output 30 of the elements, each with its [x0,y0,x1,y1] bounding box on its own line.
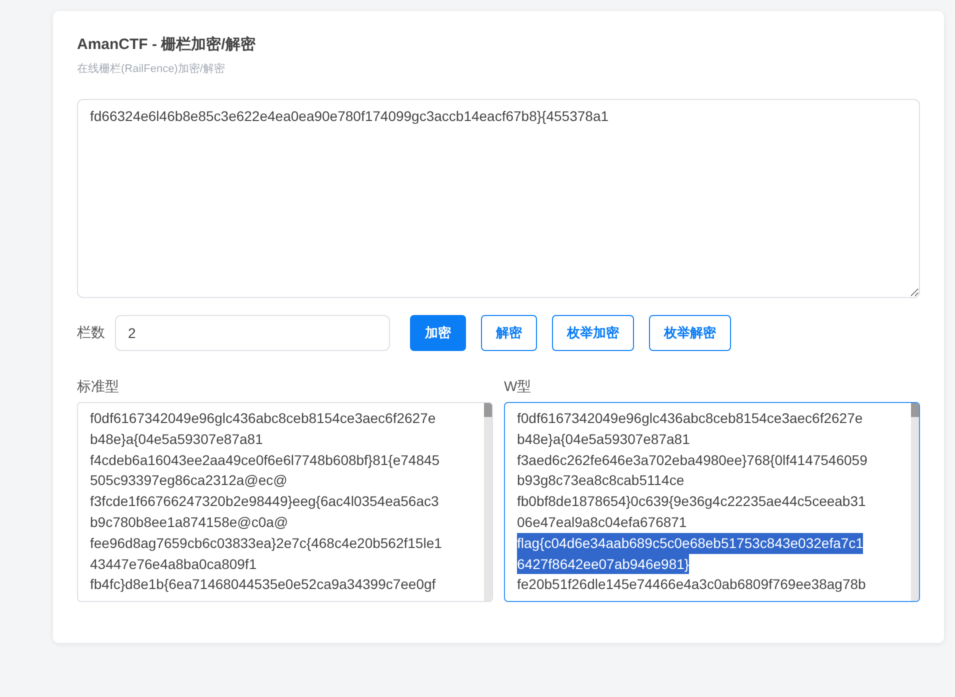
output-line: fb0bf8de1878654}0c639{9e36g4c22235ae44c5ceeab31 [517,492,866,512]
output-line: f3aed6c262fe646e3a702eba4980ee}768{0lf4147546059 [517,450,868,470]
output-line: b48e}a{04e5a59307e87a81 [517,430,690,449]
page-title: AmanCTF - 栅栏加密/解密 [77,35,256,55]
scrollbar[interactable] [484,403,492,601]
action-button[interactable]: 枚举解密 [649,315,731,351]
output-line: f0df6167342049e96glc436abc8ceb8154ce3aec6f2627e [517,409,863,428]
output-line: 43447e76e4a8ba0ca809f1 [90,554,257,574]
output-line: b93g8c73ea8c8cab5114ce [517,471,684,490]
output-label: W型 [504,377,532,395]
output-line: fee96d8ag7659cb6c03833ea}2e7c{468c4e20b562f15le1 [90,534,442,553]
action-button[interactable]: 枚举加密 [552,315,634,351]
output-line: b48e}a{04e5a59307e87a81 [90,430,263,449]
action-button[interactable]: 加密 [410,315,466,351]
output-line: 505c93397eg86ca2312a@ec@ [90,471,288,490]
output-line: fb4fc}d8e1b{6ea71468044535e0e52ca9a34399c7ee0gf [90,575,436,594]
output-line: b9c780b8ee1a874158e@c0a@ [90,512,288,532]
scrollbar[interactable] [911,403,919,601]
rails-field[interactable]: 2 [115,315,390,351]
action-button[interactable]: 解密 [481,315,537,351]
rails-label: 栏数 [77,324,105,342]
page-subtitle: 在线栅栏(RailFence)加密/解密 [77,62,226,77]
output-field[interactable] [504,402,920,602]
output-line: 06e47eal9a8c04efa676871 [517,512,687,532]
output-line: f0df6167342049e96glc436abc8ceb8154ce3aec6f2627e [90,409,436,428]
output-line: f3fcde1f66766247320b2e98449}eeg{6ac4l0354ea56ac3 [90,492,439,512]
input-field[interactable]: fd66324e6l46b8e85c3e622e4ea0ea90e780f174099gc3accb14eacf67b8}{455378a1 [77,99,920,298]
output-line: f4cdeb6a16043ee2aa49ce0f6e6l7748b608bf}81{e74845 [90,450,440,470]
output-label: 标准型 [77,377,120,395]
output-line: fe20b51f26dle145e74466e4a3c0ab6809f769ee38ag78b [517,575,866,594]
